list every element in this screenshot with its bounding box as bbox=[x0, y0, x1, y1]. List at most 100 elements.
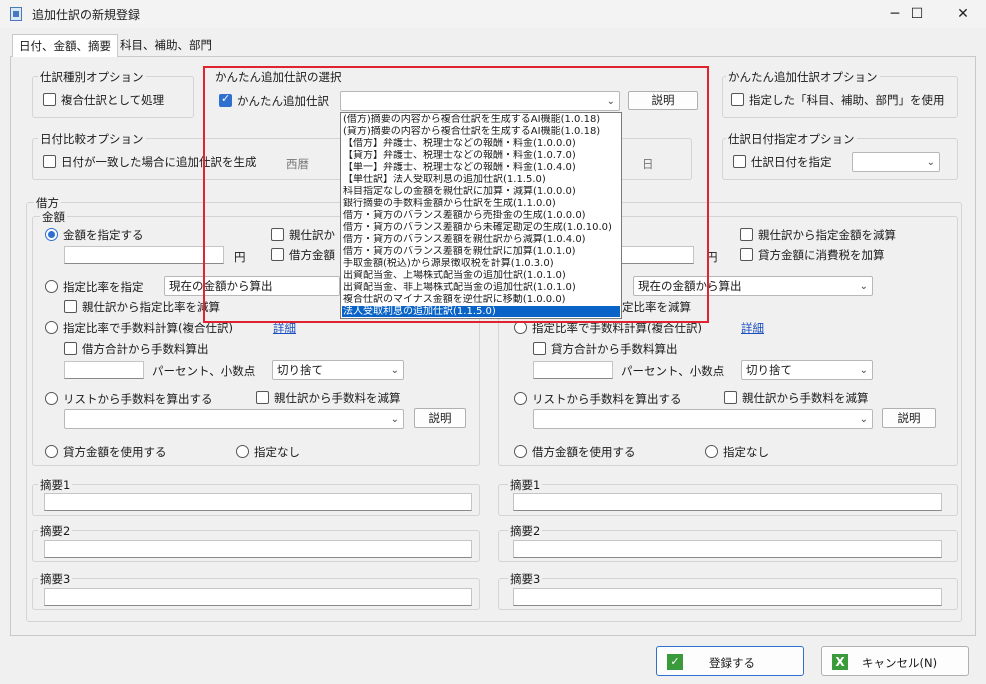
credit-list-fee-label: リストから手数料を算出する bbox=[532, 392, 682, 406]
dropdown-option[interactable]: 借方・貸方のバランス差額から売掛金の生成(1.0.0.0) bbox=[342, 210, 620, 221]
tab-date-amount-memo[interactable]: 日付、金額、摘要 bbox=[12, 34, 118, 57]
debit-amount-label: 金額 bbox=[40, 209, 67, 225]
debit-detail-link[interactable]: 詳細 bbox=[273, 320, 296, 336]
easy-journal-select[interactable]: ⌄ bbox=[340, 91, 620, 111]
dropdown-option[interactable]: 複合仕訳のマイナス金額を逆仕訳に移動(1.0.0.0) bbox=[342, 294, 620, 305]
credit-memo1-input[interactable] bbox=[513, 493, 942, 511]
dropdown-option[interactable]: 借方・貸方のバランス差額を親仕訳から減算(1.0.4.0) bbox=[342, 234, 620, 245]
debit-credit-label: 借方金額 bbox=[289, 248, 335, 262]
maximize-button[interactable]: ☐ bbox=[894, 0, 940, 28]
credit-ratio-label: 定比率を減算 bbox=[622, 300, 691, 314]
easy-explain-button[interactable]: 説明 bbox=[628, 91, 698, 110]
cancel-x-icon: X bbox=[832, 654, 848, 670]
credit-parent-fee-label: 親仕訳から手数料を減算 bbox=[742, 391, 869, 405]
date-spec-label: 仕訳日付指定オプション bbox=[726, 131, 857, 147]
easy-journal-checkbox[interactable] bbox=[219, 92, 232, 107]
debit-specify-radio[interactable] bbox=[45, 228, 58, 241]
chevron-down-icon: ⌄ bbox=[859, 281, 868, 292]
dropdown-option[interactable]: 銀行摘要の手数料金額から仕訳を生成(1.1.0.0) bbox=[342, 198, 620, 209]
date-spec-select[interactable]: ⌄ bbox=[852, 152, 940, 172]
credit-calc-value: 現在の金額から算出 bbox=[638, 279, 742, 293]
debit-fee-radio[interactable] bbox=[45, 321, 58, 334]
credit-tax-label: 貸方金額に消費税を加算 bbox=[758, 248, 885, 262]
debit-memo2-input[interactable] bbox=[44, 540, 472, 558]
credit-explain-button[interactable]: 説明 bbox=[882, 408, 936, 428]
cancel-button[interactable]: X キャンセル(N) bbox=[821, 646, 969, 676]
credit-use-other-radio[interactable] bbox=[514, 445, 527, 458]
credit-none-label: 指定なし bbox=[723, 445, 769, 459]
debit-memo2-label: 摘要2 bbox=[38, 523, 73, 539]
date-match-checkbox[interactable] bbox=[43, 155, 56, 168]
debit-parent-fee-label: 親仕訳から手数料を減算 bbox=[274, 391, 401, 405]
credit-memo3-input[interactable] bbox=[513, 588, 942, 606]
register-button[interactable]: ✓ 登録する bbox=[656, 646, 804, 676]
dropdown-option[interactable]: 【単一】弁護士、税理士などの報酬・料金(1.0.4.0) bbox=[342, 162, 620, 173]
debit-credit-checkbox[interactable] bbox=[271, 248, 284, 261]
dropdown-option[interactable]: (借方)摘要の内容から複合仕訳を生成するAI機能(1.0.18) bbox=[342, 114, 620, 125]
debit-fee-total-checkbox[interactable] bbox=[64, 342, 77, 355]
debit-amount-input[interactable] bbox=[64, 246, 224, 264]
debit-memo3-input[interactable] bbox=[44, 588, 472, 606]
credit-none-radio[interactable] bbox=[705, 445, 718, 458]
dropdown-option[interactable]: 【借方】弁護士、税理士などの報酬・料金(1.0.0.0) bbox=[342, 138, 620, 149]
credit-list-select[interactable]: ⌄ bbox=[533, 409, 873, 429]
dropdown-option[interactable]: 借方・貸方のバランス差額から未確定勘定の生成(1.0.10.0) bbox=[342, 222, 620, 233]
debit-fee-total-label: 借方合計から手数料算出 bbox=[82, 342, 209, 356]
date-match-label: 日付が一致した場合に追加仕訳を生成 bbox=[61, 155, 257, 169]
easy-option-checkbox[interactable] bbox=[731, 93, 744, 106]
debit-calc-select[interactable]: 現在の金額から算出 bbox=[164, 276, 340, 296]
dropdown-option[interactable]: 借方・貸方のバランス差額を親仕訳に加算(1.0.1.0) bbox=[342, 246, 620, 257]
credit-parent-fee-checkbox[interactable] bbox=[724, 391, 737, 404]
dropdown-option[interactable]: 【単仕訳】法人受取利息の追加仕訳(1.1.5.0) bbox=[342, 174, 620, 185]
date-spec-checkbox[interactable] bbox=[733, 155, 746, 168]
chevron-down-icon: ⌄ bbox=[859, 365, 868, 376]
debit-parent-checkbox[interactable] bbox=[271, 228, 284, 241]
dropdown-option[interactable]: (貸方)摘要の内容から複合仕訳を生成するAI機能(1.0.18) bbox=[342, 126, 620, 137]
credit-fee-total-label: 貸方合計から手数料算出 bbox=[551, 342, 678, 356]
close-button[interactable]: ✕ bbox=[940, 0, 986, 28]
debit-list-fee-label: リストから手数料を算出する bbox=[63, 392, 213, 406]
debit-parent-fee-checkbox[interactable] bbox=[256, 391, 269, 404]
credit-memo1-label: 摘要1 bbox=[508, 477, 543, 493]
dropdown-option[interactable]: 法人受取利息の追加仕訳(1.1.5.0) bbox=[342, 306, 620, 317]
debit-percent-input[interactable] bbox=[64, 361, 144, 379]
debit-explain-button[interactable]: 説明 bbox=[414, 408, 466, 428]
dropdown-option[interactable]: 手取金額(税込)から源泉徴収税を計算(1.0.3.0) bbox=[342, 258, 620, 269]
debit-list-fee-radio[interactable] bbox=[45, 392, 58, 405]
credit-memo2-input[interactable] bbox=[513, 540, 942, 558]
credit-percent-input[interactable] bbox=[533, 361, 613, 379]
credit-parent-amount-checkbox[interactable] bbox=[740, 228, 753, 241]
credit-calc-select[interactable]: 現在の金額から算出 ⌄ bbox=[633, 276, 873, 296]
credit-detail-link[interactable]: 詳細 bbox=[741, 320, 764, 336]
credit-amount-input[interactable] bbox=[620, 246, 694, 264]
easy-journal-dropdown-list[interactable]: (借方)摘要の内容から複合仕訳を生成するAI機能(1.0.18) (貸方)摘要の内… bbox=[340, 112, 622, 319]
debit-memo1-input[interactable] bbox=[44, 493, 472, 511]
easy-option-label: かんたん追加仕訳オプション bbox=[726, 69, 880, 85]
credit-tax-checkbox[interactable] bbox=[740, 248, 753, 261]
debit-none-radio[interactable] bbox=[236, 445, 249, 458]
credit-fee-radio[interactable] bbox=[514, 321, 527, 334]
day-label: 日 bbox=[642, 157, 654, 171]
debit-list-select[interactable]: ⌄ bbox=[64, 409, 404, 429]
dropdown-option[interactable]: 【貸方】弁護士、税理士などの報酬・料金(1.0.7.0) bbox=[342, 150, 620, 161]
credit-memo2-label: 摘要2 bbox=[508, 523, 543, 539]
credit-memo3-label: 摘要3 bbox=[508, 571, 543, 587]
dropdown-option[interactable]: 出資配当金、非上場株式配当金の追加仕訳(1.0.1.0) bbox=[342, 282, 620, 293]
debit-yen-label: 円 bbox=[234, 250, 246, 264]
era-label: 西暦 bbox=[286, 157, 309, 171]
debit-use-other-radio[interactable] bbox=[45, 445, 58, 458]
easy-journal-group-label: かんたん追加仕訳の選択 bbox=[213, 69, 344, 85]
credit-fee-total-checkbox[interactable] bbox=[533, 342, 546, 355]
dropdown-option[interactable]: 科目指定なしの金額を親仕訳に加算・減算(1.0.0.0) bbox=[342, 186, 620, 197]
debit-fee-label: 指定比率で手数料計算(複合仕訳) bbox=[63, 321, 233, 335]
debit-round-select[interactable]: 切り捨て ⌄ bbox=[272, 360, 404, 380]
debit-parent-ratio-checkbox[interactable] bbox=[64, 300, 77, 313]
credit-parent-amount-label: 親仕訳から指定金額を減算 bbox=[758, 228, 896, 242]
credit-list-fee-radio[interactable] bbox=[514, 392, 527, 405]
debit-ratio-radio[interactable] bbox=[45, 280, 58, 293]
debit-parent-ratio-label: 親仕訳から指定比率を減算 bbox=[82, 300, 220, 314]
tab-account-sub-dept[interactable]: 科目、補助、部門 bbox=[114, 34, 218, 56]
credit-round-select[interactable]: 切り捨て ⌄ bbox=[741, 360, 873, 380]
compound-checkbox[interactable] bbox=[43, 93, 56, 106]
dropdown-option[interactable]: 出資配当金、上場株式配当金の追加仕訳(1.0.1.0) bbox=[342, 270, 620, 281]
